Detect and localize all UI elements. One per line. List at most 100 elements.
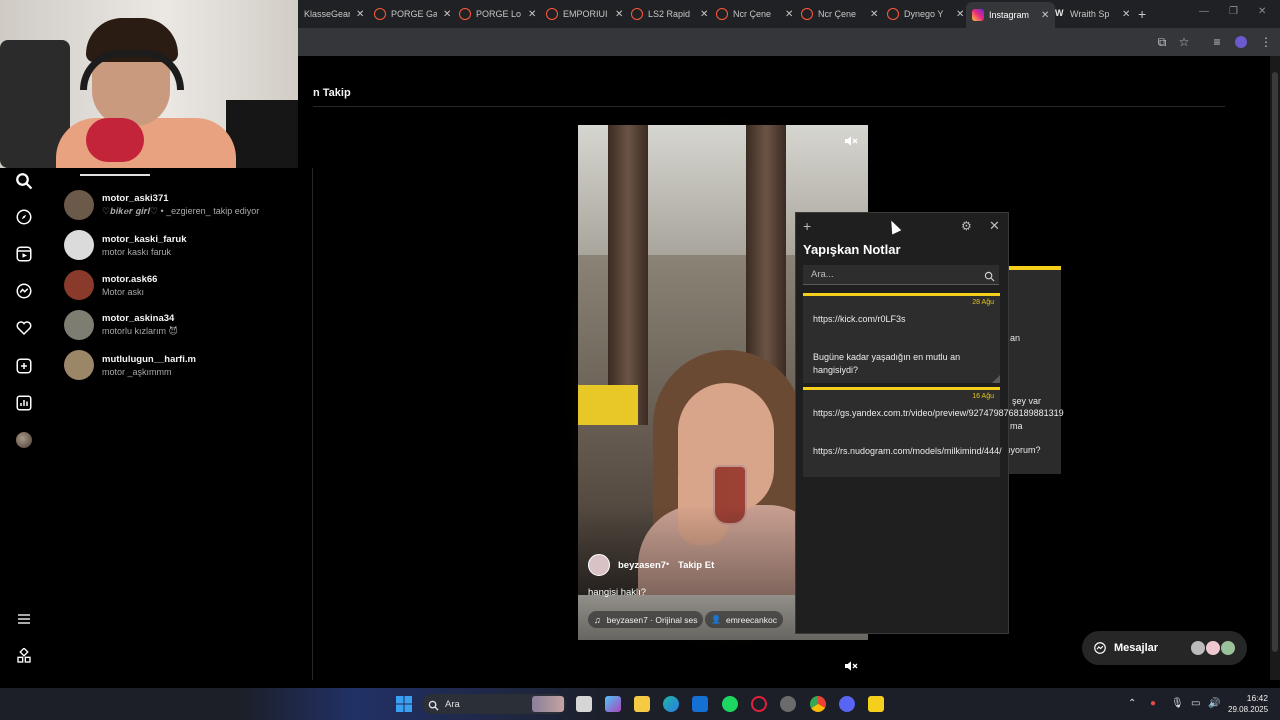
sticky-notes-title: Yapışkan Notlar <box>803 242 901 257</box>
network-icon[interactable]: ▭ <box>1191 698 1200 709</box>
explore-compass-icon[interactable] <box>14 207 34 227</box>
browser-tab-title: Wraith Sp <box>1070 9 1110 19</box>
back-note-text: şey var <box>1012 396 1042 406</box>
avatar <box>64 270 94 300</box>
note-date: 16 Ağu <box>972 393 994 400</box>
bookmark-star-icon[interactable]: ☆ <box>1177 35 1191 49</box>
browser-tab[interactable]: LS2 Rapid ✕ <box>631 4 708 24</box>
tab-close-icon[interactable]: ✕ <box>443 9 451 20</box>
create-plus-icon[interactable] <box>14 356 34 376</box>
mute-icon[interactable] <box>843 658 859 674</box>
tab-close-icon[interactable]: ✕ <box>1041 10 1049 21</box>
chrome-icon[interactable] <box>810 696 826 712</box>
sticky-notes-app-icon[interactable] <box>868 696 884 712</box>
header-divider <box>313 106 1225 107</box>
edge-icon[interactable] <box>663 696 679 712</box>
also-from-meta-icon[interactable] <box>14 646 34 666</box>
tab-close-icon[interactable]: ✕ <box>870 9 878 20</box>
install-app-icon[interactable]: ⧉ <box>1155 35 1169 49</box>
browser-tab[interactable]: Ncr Çene ✕ <box>716 4 793 24</box>
profile-avatar-icon[interactable] <box>14 430 34 450</box>
note-line: Bugüne kadar yaşadığın en mutlu an hangi… <box>813 352 961 375</box>
search-result-username: motor.ask66 <box>102 273 158 285</box>
search-result-row[interactable]: mutlulugun__harfi.m motor _aşkımmm <box>64 348 196 382</box>
file-explorer-icon[interactable] <box>634 696 650 712</box>
browser-tab[interactable]: KlasseGear ✕ <box>304 4 364 24</box>
new-tab-button[interactable]: + <box>1138 4 1146 24</box>
taskbar-time[interactable]: 16:42 <box>1244 693 1268 703</box>
reel-audio-pill[interactable]: ♫ beyzasen7 · Orijinal ses <box>588 611 704 628</box>
window-close-button[interactable]: ✕ <box>1258 6 1266 17</box>
avatar <box>64 190 94 220</box>
reel-user-avatar[interactable] <box>588 554 610 576</box>
tray-app-icon[interactable]: ● <box>1150 698 1156 709</box>
search-result-text: mutlulugun__harfi.m motor _aşkımmm <box>102 354 196 377</box>
tab-close-icon[interactable]: ✕ <box>700 9 708 20</box>
opera-gx-icon[interactable] <box>751 696 767 712</box>
profile-avatar-icon[interactable] <box>1234 35 1248 49</box>
scrollbar-thumb[interactable] <box>1272 72 1278 652</box>
minimize-button[interactable]: — <box>1199 6 1209 17</box>
note-line: https://kick.com/r0LF3s <box>813 314 906 324</box>
instagram-icon <box>972 9 984 21</box>
tab-close-icon[interactable]: ✕ <box>528 9 536 20</box>
new-note-plus-icon[interactable]: + <box>803 219 811 233</box>
back-note-text: an <box>1010 333 1021 343</box>
browser-tab[interactable]: EMPORIUI ✕ <box>546 4 623 24</box>
browser-menu-icon[interactable]: ⋮ <box>1259 35 1273 49</box>
more-menu-icon[interactable] <box>14 609 34 629</box>
search-result-row[interactable]: motor_askina34 motorlu kızlarım 😈 <box>64 308 178 342</box>
outlook-icon[interactable] <box>692 696 708 712</box>
search-result-row[interactable]: motor_aski371 ♡𝒃𝒊𝒌𝒆𝒓 𝒈𝒊𝒓𝒍♡ • _ezgieren_ t… <box>64 188 259 222</box>
tab-close-icon[interactable]: ✕ <box>356 9 364 20</box>
copilot-icon[interactable] <box>605 696 621 712</box>
dashboard-icon[interactable] <box>14 393 34 413</box>
porge-icon <box>716 8 728 20</box>
porge-icon <box>546 8 558 20</box>
notes-search-input[interactable] <box>803 265 999 285</box>
volume-icon[interactable]: 🔊 <box>1208 698 1220 709</box>
browser-tab[interactable]: PORGE Ga ✕ <box>374 4 451 24</box>
settings-gear-icon[interactable]: ⚙ <box>961 219 972 233</box>
steam-icon[interactable] <box>780 696 796 712</box>
browser-tab[interactable]: W Wraith Sp ✕ <box>1055 4 1130 24</box>
reel-tagged-pill[interactable]: 👤 emreecankoc <box>705 611 783 628</box>
browser-tab[interactable]: PORGE Lo ✕ <box>459 4 536 24</box>
browser-tab[interactable]: Dynego Y ✕ <box>887 4 964 24</box>
tray-overflow-chevron-icon[interactable]: ⌃ <box>1128 698 1136 709</box>
follow-button[interactable]: Takip Et <box>678 560 714 571</box>
reel-username[interactable]: beyzasen7 <box>618 560 666 571</box>
sticky-note-card[interactable]: 28 Ağu https://kick.com/r0LF3s Bugüne ka… <box>803 293 1000 383</box>
search-icon[interactable] <box>984 269 996 282</box>
tab-close-icon[interactable]: ✕ <box>615 9 623 20</box>
mute-icon[interactable] <box>843 133 859 149</box>
maximize-button[interactable]: ❐ <box>1229 6 1238 17</box>
microphone-icon[interactable]: 🎙 <box>1171 698 1184 709</box>
tab-close-icon[interactable]: ✕ <box>785 9 793 20</box>
media-control-icon[interactable]: ≡ <box>1210 35 1224 49</box>
windows-start-icon[interactable] <box>396 696 412 712</box>
reel-audio-label: beyzasen7 · Orijinal ses <box>606 614 698 625</box>
search-icon[interactable] <box>14 171 34 191</box>
notifications-heart-icon[interactable] <box>14 318 34 338</box>
browser-tab-title: KlasseGear <box>304 9 350 19</box>
close-icon[interactable]: ✕ <box>989 218 1000 234</box>
discord-icon[interactable] <box>839 696 855 712</box>
search-result-row[interactable]: motor_kaski_faruk motor kaskı faruk <box>64 228 186 262</box>
reel-tagged-label: emreecankoc <box>725 614 777 625</box>
search-result-username: mutlulugun__harfi.m <box>102 353 196 365</box>
sticky-note-card[interactable]: 16 Ağu https://gs.yandex.com.tr/video/pr… <box>803 387 1064 477</box>
messenger-icon[interactable] <box>14 281 34 301</box>
task-view-icon[interactable] <box>576 696 592 712</box>
spotify-icon[interactable] <box>722 696 738 712</box>
note-resize-corner[interactable] <box>992 375 1000 383</box>
reels-icon[interactable] <box>14 244 34 264</box>
tab-close-icon[interactable]: ✕ <box>956 9 964 20</box>
taskbar-date[interactable]: 29.08.2025 <box>1228 705 1268 714</box>
avatar <box>1205 640 1221 656</box>
tab-close-icon[interactable]: ✕ <box>1122 9 1130 20</box>
search-result-row[interactable]: motor.ask66 Motor askı <box>64 268 157 302</box>
browser-tab[interactable]: Ncr Çene ✕ <box>801 4 878 24</box>
messages-label: Mesajlar <box>1114 642 1159 654</box>
browser-tab[interactable]: Instagram ✕ <box>966 2 1056 28</box>
